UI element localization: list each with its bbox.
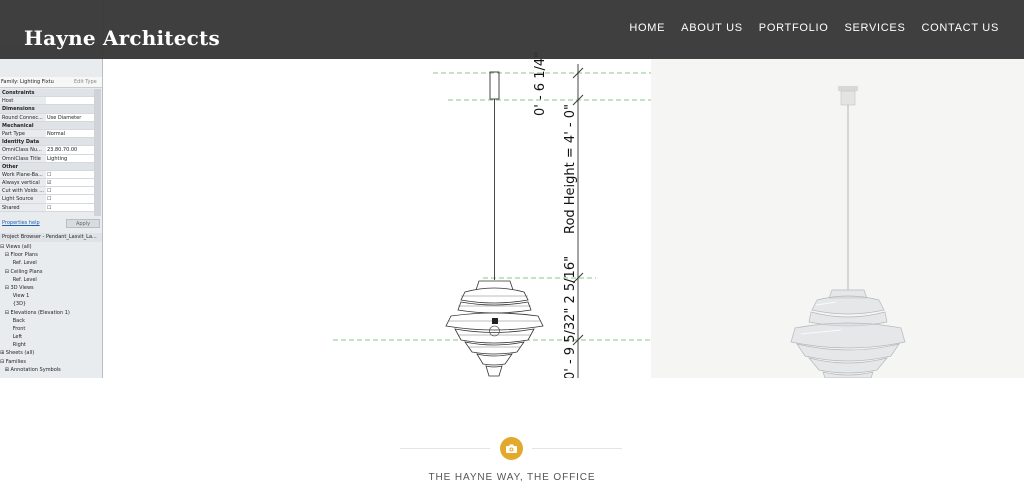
revit-properties: Constraints Host Dimensions Round Connec...… [0, 89, 94, 212]
revit-property-value: Normal [46, 129, 94, 138]
revit-type-label: Family: Lighting Fixtu [1, 79, 54, 85]
revit-property-row: Always vertical ☑ [0, 179, 94, 188]
revit-property-row: Round Connec... Use Diameter [0, 113, 94, 122]
revit-property-key: Cut with Voids ... [2, 188, 45, 195]
nav-contact-us[interactable]: CONTACT US [922, 21, 1000, 35]
revit-property-row: Host [0, 97, 94, 106]
revit-property-row: Cut with Voids ... ☐ [0, 187, 94, 196]
nav-home[interactable]: HOME [629, 21, 665, 35]
revit-property-key: Always vertical [2, 180, 40, 187]
nav-services[interactable]: SERVICES [844, 21, 905, 35]
revit-property-key: Round Connec... [2, 114, 43, 121]
revit-property-group: Identity Data [0, 138, 94, 147]
revit-property-key: Light Source [2, 196, 34, 203]
revit-property-group: Constraints [0, 89, 94, 98]
revit-tree-item: ⊟ 3D Views [0, 284, 34, 291]
revit-property-row: Part Type Normal [0, 129, 94, 139]
revit-property-group: Other [0, 162, 94, 171]
revit-tree-item: ⊟ Ceiling Plans [0, 268, 43, 275]
revit-property-value: Use Diameter [46, 113, 94, 121]
revit-apply: Apply [66, 219, 100, 228]
revit-property-key: OmniClass Nu... [2, 147, 42, 154]
revit-project-tree: ⊟ Views (all) ⊟ Floor Plans Ref. Level ⊟… [0, 243, 102, 374]
camera-icon [500, 437, 523, 460]
nav-about-us[interactable]: ABOUT US [681, 21, 743, 35]
revit-tree-item: Ref. Level [0, 276, 37, 283]
dim-mid: 0' - 9 5/32" 2 5/16" [563, 256, 578, 378]
revit-tree-item: ⊞ Sheets (all) [0, 350, 35, 357]
revit-tree-item: Back [0, 317, 25, 324]
revit-tree-item: ⊟ Families [0, 358, 26, 365]
nav-portfolio[interactable]: PORTFOLIO [759, 21, 829, 35]
revit-property-row: Work Plane-Ba... ☐ [0, 170, 94, 180]
main-nav: HOME ABOUT US PORTFOLIO SERVICES CONTACT… [629, 21, 999, 35]
site-logo[interactable]: Hayne Architects [24, 26, 220, 50]
revit-property-value: Lighting [46, 154, 94, 162]
revit-tree-item: Ref. Level [0, 260, 37, 267]
revit-property-value: ☐ [46, 170, 94, 179]
revit-property-row: Light Source ☐ [0, 195, 94, 204]
revit-property-value: ☐ [46, 195, 94, 203]
revit-tree-item: Front [0, 325, 26, 332]
revit-property-group: Mechanical [0, 121, 94, 130]
revit-project-browser-title: Project Browser - Pendant_Lasvit_La... [0, 233, 102, 242]
revit-tree-item: Right [0, 342, 26, 349]
revit-property-key: Shared [2, 204, 20, 211]
revit-tree-item: ⊞ Annotation Symbols [0, 366, 61, 373]
revit-property-value: ☐ [46, 187, 94, 195]
section-title: THE HAYNE WAY, THE OFFICE [428, 472, 596, 483]
section-divider-right [532, 448, 622, 449]
revit-property-row: OmniClass Title Lighting [0, 154, 94, 163]
section-divider-left [400, 448, 490, 449]
revit-properties-help: Properties help [2, 220, 40, 226]
navbar: Hayne Architects HOME ABOUT US PORTFOLIO… [0, 0, 1024, 59]
revit-property-value: ☐ [46, 203, 94, 211]
revit-tree-item: ⊟ Views (all) [0, 244, 32, 250]
revit-property-key: Part Type [2, 130, 25, 137]
revit-property-group: Dimensions [0, 105, 94, 114]
page: Family: Lighting Fixtu Edit Type Constra… [0, 0, 1024, 497]
revit-tree-item: ⊟ Elevations (Elevation 1) [0, 309, 70, 316]
revit-property-row: Shared ☐ [0, 203, 94, 212]
revit-property-key: OmniClass Title [2, 155, 41, 162]
revit-edit-type: Edit Type [74, 79, 97, 85]
revit-tree-item: ⊟ Floor Plans [0, 252, 38, 259]
revit-property-key: Work Plane-Ba... [2, 171, 43, 178]
dim-top: 0' - 6 1/4" [533, 52, 548, 116]
revit-property-value [46, 97, 94, 105]
revit-type-selector: Family: Lighting Fixtu Edit Type [0, 77, 102, 88]
revit-property-value: ☑ [46, 179, 94, 187]
revit-scrollbar [94, 89, 101, 216]
revit-tree-item: Left [0, 334, 23, 341]
revit-property-key: Host [2, 98, 14, 105]
dim-rod: Rod Height = 4' - 0" [563, 104, 578, 234]
revit-tree-item: {3D} [0, 301, 27, 308]
revit-tree-item: View 1 [0, 293, 30, 300]
revit-property-value: 23.80.70.00 [46, 146, 94, 154]
revit-property-row: OmniClass Nu... 23.80.70.00 [0, 146, 94, 155]
